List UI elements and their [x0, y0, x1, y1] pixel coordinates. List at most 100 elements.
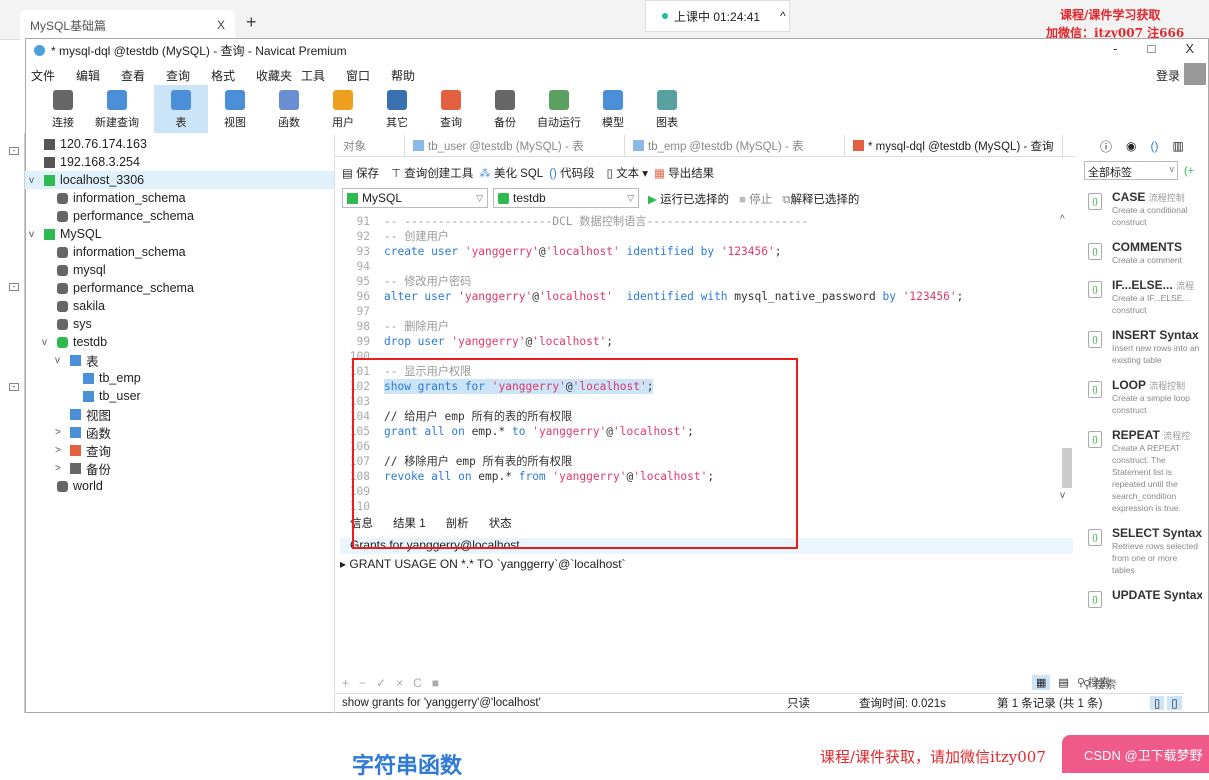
- panel-left-toggle-icon[interactable]: ▯: [1150, 696, 1165, 710]
- tree-item[interactable]: sys: [25, 315, 334, 333]
- code-line[interactable]: 95 -- 修改用户密码: [340, 274, 1060, 289]
- tree-item[interactable]: world: [25, 477, 334, 495]
- text-button[interactable]: ▯ 文本 ▾: [607, 165, 649, 181]
- tab[interactable]: 对象: [335, 135, 405, 156]
- snippet-item[interactable]: {} UPDATE Syntax: [1080, 588, 1209, 608]
- close-tab-icon[interactable]: X: [217, 18, 225, 32]
- tree-item[interactable]: > 查询: [25, 441, 334, 459]
- chevron-right-icon[interactable]: >: [55, 427, 65, 438]
- menu-item[interactable]: 查看: [116, 63, 161, 85]
- scroll-up-icon[interactable]: ^: [1060, 214, 1074, 225]
- chevron-down-icon[interactable]: v: [29, 229, 39, 240]
- tab[interactable]: tb_user @testdb (MySQL) - 表: [405, 135, 625, 156]
- tab[interactable]: tb_emp @testdb (MySQL) - 表: [625, 135, 845, 156]
- tree-item[interactable]: v testdb: [25, 333, 334, 351]
- tree-item[interactable]: sakila: [25, 297, 334, 315]
- snippet-item[interactable]: {} LOOP 流程控制 Create a simple loop construc…: [1080, 378, 1209, 416]
- minimize-button[interactable]: -: [1113, 41, 1117, 56]
- add-snippet-icon[interactable]: (+: [1184, 165, 1194, 177]
- snippet-item[interactable]: {} CASE 流程控制 Create a conditional construc…: [1080, 190, 1209, 228]
- result-tool-button[interactable]: C: [413, 676, 422, 690]
- code-line[interactable]: 94: [340, 259, 1060, 274]
- result-tool-button[interactable]: ✓: [376, 676, 386, 690]
- result-tool-button[interactable]: ×: [396, 676, 403, 690]
- collapse-icon[interactable]: -: [9, 147, 19, 155]
- database-select[interactable]: testdb ▽: [493, 188, 639, 208]
- chevron-down-icon[interactable]: v: [55, 355, 65, 366]
- snippet-search[interactable]: ⚲ 搜索: [1083, 676, 1116, 692]
- menu-item[interactable]: 帮助: [386, 63, 431, 85]
- result-tool-button[interactable]: −: [359, 676, 366, 690]
- code-line[interactable]: 92 -- 创建用户: [340, 229, 1060, 244]
- code-line[interactable]: 98 -- 删除用户: [340, 319, 1060, 334]
- export-results-button[interactable]: ▦ 导出结果: [654, 165, 714, 181]
- save-button[interactable]: ▤ 保存: [342, 165, 379, 181]
- toolbar-button[interactable]: 自动运行: [532, 85, 586, 133]
- run-selected-button[interactable]: ▶ 运行已选择的: [648, 191, 729, 207]
- toolbar-button[interactable]: 备份: [478, 85, 532, 133]
- toolbar-button[interactable]: 图表: [640, 85, 694, 133]
- toolbar-button[interactable]: 表: [154, 85, 208, 133]
- code-line[interactable]: 96 alter user 'yanggerry'@'localhost' ide…: [340, 289, 1060, 304]
- tree-item[interactable]: information_schema: [25, 243, 334, 261]
- snippet-item[interactable]: {} IF...ELSE... 流程 Create a IF...ELSE... c…: [1080, 278, 1209, 316]
- stop-button[interactable]: ■ 停止: [739, 191, 772, 207]
- live-status[interactable]: 上课中 01:24:41 ^: [645, 0, 790, 32]
- menu-item[interactable]: 文件: [26, 63, 71, 85]
- maximize-button[interactable]: □: [1147, 41, 1155, 56]
- snippet-item[interactable]: {} COMMENTS Create a comment: [1080, 240, 1209, 266]
- toolbar-button[interactable]: 用户: [316, 85, 370, 133]
- tree-item[interactable]: mysql: [25, 261, 334, 279]
- code-line[interactable]: 97: [340, 304, 1060, 319]
- new-tab-button[interactable]: +: [246, 12, 257, 33]
- menu-item[interactable]: 工具: [296, 63, 341, 85]
- toolbar-button[interactable]: 视图: [208, 85, 262, 133]
- toolbar-button[interactable]: 其它: [370, 85, 424, 133]
- tree-item[interactable]: performance_schema: [25, 207, 334, 225]
- tree-item[interactable]: > 备份: [25, 459, 334, 477]
- snippet-item[interactable]: {} INSERT Syntax Insert new rows into an …: [1080, 328, 1209, 366]
- chevron-right-icon[interactable]: >: [55, 445, 65, 456]
- avatar[interactable]: [1184, 63, 1206, 85]
- tree-item[interactable]: v MySQL: [25, 225, 334, 243]
- tree-item[interactable]: v表: [25, 351, 334, 369]
- collapse-icon[interactable]: -: [9, 383, 19, 391]
- panel-right-toggle-icon[interactable]: ▯: [1167, 696, 1182, 710]
- scroll-thumb[interactable]: [1062, 448, 1072, 488]
- scroll-down-icon[interactable]: v: [1060, 490, 1065, 501]
- chevron-down-icon[interactable]: v: [29, 175, 39, 186]
- toolbar-button[interactable]: 查询: [424, 85, 478, 133]
- chevron-right-icon[interactable]: >: [55, 463, 65, 474]
- tree-item[interactable]: v localhost_3306: [25, 171, 334, 189]
- close-button[interactable]: X: [1185, 41, 1194, 56]
- editor-scrollbar[interactable]: ^ v: [1060, 214, 1074, 504]
- chevron-down-icon[interactable]: v: [42, 337, 52, 348]
- menu-item[interactable]: 格式: [206, 63, 251, 85]
- code-line[interactable]: 93 create user 'yanggerry'@'localhost' id…: [340, 244, 1060, 259]
- csdn-button[interactable]: CSDN @卫下载梦野: [1062, 735, 1209, 773]
- menu-item[interactable]: 窗口: [341, 63, 386, 85]
- toolbar-button[interactable]: 函数: [262, 85, 316, 133]
- toolbar-button[interactable]: 连接: [36, 85, 90, 133]
- form-view-icon[interactable]: ▤: [1058, 676, 1068, 689]
- tree-item[interactable]: performance_schema: [25, 279, 334, 297]
- result-row[interactable]: ▸ GRANT USAGE ON *.* TO `yanggerry`@`loc…: [340, 557, 626, 571]
- columns-icon[interactable]: ▥: [1173, 139, 1184, 153]
- tree-item[interactable]: 视图: [25, 405, 334, 423]
- tag-filter-select[interactable]: 全部标签 v: [1084, 161, 1178, 180]
- result-tool-button[interactable]: +: [342, 676, 349, 690]
- code-line[interactable]: 99 drop user 'yanggerry'@'localhost';: [340, 334, 1060, 349]
- result-tool-button[interactable]: ■: [432, 676, 439, 690]
- connection-select[interactable]: MySQL ▽: [342, 188, 488, 208]
- info-icon[interactable]: ⓘ: [1100, 138, 1112, 155]
- grid-view-icon[interactable]: ▦: [1032, 674, 1051, 690]
- tree-item[interactable]: information_schema: [25, 189, 334, 207]
- query-builder-button[interactable]: ⊤ 查询创建工具: [391, 165, 473, 181]
- snippet-item[interactable]: {} REPEAT 流程控 Create A REPEAT construct. T…: [1080, 428, 1209, 514]
- code-snippet-button[interactable]: () 代码段: [549, 165, 594, 181]
- menu-item[interactable]: 收藏夹: [251, 63, 296, 85]
- beautify-sql-button[interactable]: ⁂ 美化 SQL: [479, 165, 543, 181]
- chevron-up-icon[interactable]: ^: [780, 9, 786, 23]
- braces-icon[interactable]: (): [1151, 139, 1159, 153]
- toolbar-button[interactable]: 新建查询: [90, 85, 144, 133]
